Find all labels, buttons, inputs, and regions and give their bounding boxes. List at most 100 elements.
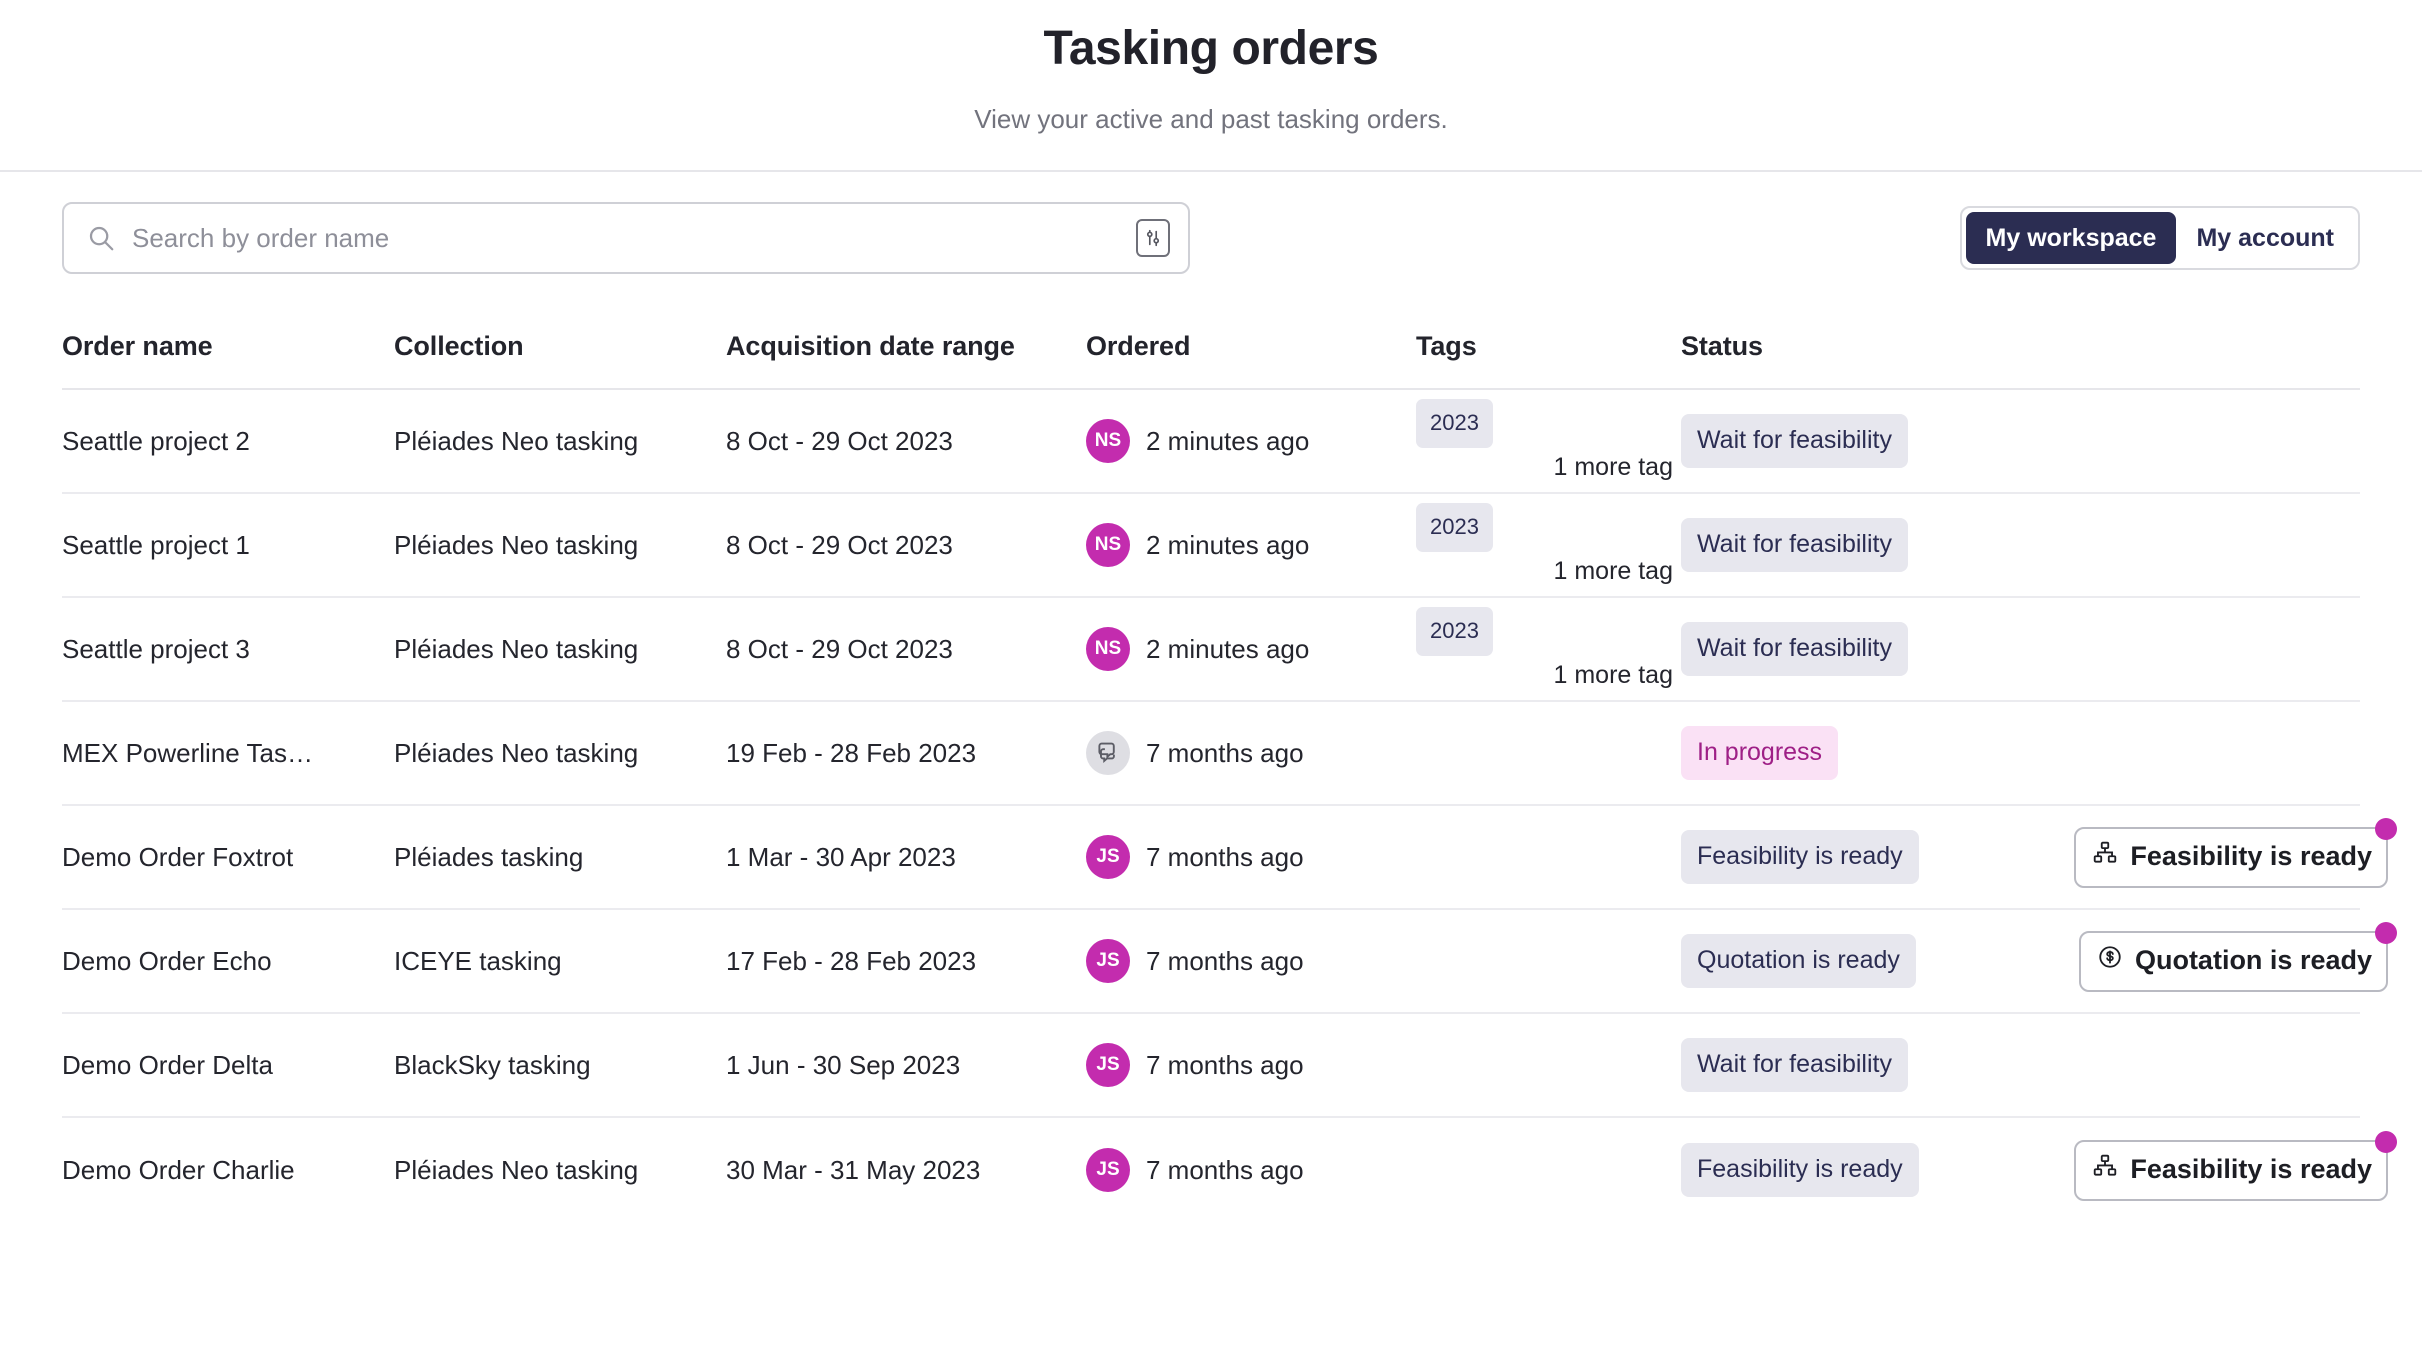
cell-acquisition-date-range: 17 Feb - 28 Feb 2023 <box>726 946 977 976</box>
more-tags-label[interactable]: 1 more tag <box>1553 658 1681 692</box>
ordered-time: 7 months ago <box>1146 1155 1304 1185</box>
cell-collection: Pléiades Neo tasking <box>394 426 639 456</box>
cell-status: Wait for feasibility <box>1681 1038 2016 1092</box>
segment-my-workspace[interactable]: My workspace <box>1965 212 2177 264</box>
table-row[interactable]: Demo Order Echo ICEYE tasking 17 Feb - 28 … <box>62 910 2397 1014</box>
column-header-ordered: Ordered <box>1086 330 1191 361</box>
notification-dot <box>2375 921 2397 944</box>
cell-ordered: JS 7 months ago <box>1086 939 1416 983</box>
cell-action: Feasibility is ready <box>2016 817 2397 888</box>
cell-ordered: JS 7 months ago <box>1086 1043 1416 1087</box>
status-badge: Wait for feasibility <box>1681 622 1908 676</box>
sitemap-icon <box>2092 840 2118 873</box>
column-header-status: Status <box>1681 330 1763 361</box>
avatar: NS <box>1086 523 1130 567</box>
ordered-time: 7 months ago <box>1146 1050 1304 1080</box>
row-action-button[interactable]: Quotation is ready <box>2078 921 2397 992</box>
cell-collection: ICEYE tasking <box>394 946 562 976</box>
status-badge: Quotation is ready <box>1681 934 1916 988</box>
avatar: JS <box>1086 1148 1130 1192</box>
table-row[interactable]: Seattle project 1 Pléiades Neo tasking 8 O… <box>62 494 2360 598</box>
cell-status: In progress <box>1681 726 2016 780</box>
sitemap-icon <box>2092 1153 2118 1186</box>
cell-ordered: 7 months ago <box>1086 731 1416 775</box>
search-icon <box>86 223 116 253</box>
cell-ordered: NS 2 minutes ago <box>1086 627 1416 671</box>
cell-acquisition-date-range: 1 Mar - 30 Apr 2023 <box>726 842 956 872</box>
cell-collection: Pléiades tasking <box>394 842 584 872</box>
cell-order-name: Demo Order Charlie <box>62 1155 295 1185</box>
cell-action: Feasibility is ready <box>2016 1130 2397 1201</box>
cell-order-name: Demo Order Delta <box>62 1050 273 1080</box>
cell-ordered: JS 7 months ago <box>1086 835 1416 879</box>
row-action-label: Feasibility is ready <box>2130 1153 2372 1184</box>
cell-order-name: Demo Order Echo <box>62 946 272 976</box>
table-row[interactable]: MEX Powerline Tas… Pléiades Neo tasking 19… <box>62 702 2360 806</box>
notification-dot <box>2375 817 2397 840</box>
status-badge: Wait for feasibility <box>1681 1038 1908 1092</box>
avatar-chat-icon <box>1086 731 1130 775</box>
ordered-time: 7 months ago <box>1146 842 1304 872</box>
cell-tags: 2023 1 more tag <box>1416 398 1681 484</box>
coin-dollar-icon <box>2097 944 2123 977</box>
search-input[interactable] <box>132 222 1136 254</box>
more-tags-label[interactable]: 1 more tag <box>1553 554 1681 588</box>
avatar: NS <box>1086 627 1130 671</box>
ordered-time: 7 months ago <box>1146 946 1304 976</box>
row-action-label: Feasibility is ready <box>2130 840 2372 871</box>
cell-collection: Pléiades Neo tasking <box>394 530 639 560</box>
search-bar[interactable] <box>62 202 1190 274</box>
row-action-button[interactable]: Feasibility is ready <box>2074 817 2397 888</box>
cell-ordered: NS 2 minutes ago <box>1086 419 1416 463</box>
column-header-tags: Tags <box>1416 330 1477 361</box>
avatar: JS <box>1086 1043 1130 1087</box>
tag-chip[interactable]: 2023 <box>1416 502 1493 552</box>
toolbar: My workspace My account <box>0 172 2422 304</box>
column-header-order-name: Order name <box>62 330 213 361</box>
cell-order-name: Demo Order Foxtrot <box>62 842 294 872</box>
cell-collection: BlackSky tasking <box>394 1050 591 1080</box>
table-row[interactable]: Demo Order Delta BlackSky tasking 1 Jun - … <box>62 1014 2360 1118</box>
cell-status: Feasibility is ready <box>1681 830 2016 884</box>
cell-status: Quotation is ready <box>1681 934 2016 988</box>
table-row[interactable]: Seattle project 3 Pléiades Neo tasking 8 O… <box>62 598 2360 702</box>
row-action-button[interactable]: Feasibility is ready <box>2074 1130 2397 1201</box>
orders-table: Order name Collection Acquisition date r… <box>0 304 2422 1222</box>
tag-chip[interactable]: 2023 <box>1416 606 1493 656</box>
cell-status: Wait for feasibility <box>1681 414 2016 468</box>
ordered-time: 2 minutes ago <box>1146 530 1310 560</box>
avatar: NS <box>1086 419 1130 463</box>
more-tags-label[interactable]: 1 more tag <box>1553 450 1681 484</box>
page-header: Tasking orders View your active and past… <box>0 0 2422 172</box>
table-body: Seattle project 2 Pléiades Neo tasking 8 O… <box>62 390 2397 1222</box>
status-badge: Wait for feasibility <box>1681 414 1908 468</box>
status-badge: Feasibility is ready <box>1681 1143 1919 1197</box>
ordered-time: 2 minutes ago <box>1146 426 1310 456</box>
table-row[interactable]: Demo Order Charlie Pléiades Neo tasking 30… <box>62 1118 2397 1222</box>
cell-collection: Pléiades Neo tasking <box>394 1155 639 1185</box>
tag-chip[interactable]: 2023 <box>1416 398 1493 448</box>
page-subtitle: View your active and past tasking orders… <box>974 104 1448 134</box>
cell-acquisition-date-range: 8 Oct - 29 Oct 2023 <box>726 634 953 664</box>
cell-acquisition-date-range: 19 Feb - 28 Feb 2023 <box>726 738 977 768</box>
cell-acquisition-date-range: 8 Oct - 29 Oct 2023 <box>726 530 953 560</box>
cell-status: Feasibility is ready <box>1681 1143 2016 1197</box>
table-row[interactable]: Demo Order Foxtrot Pléiades tasking 1 Mar … <box>62 806 2397 910</box>
cell-tags: 2023 1 more tag <box>1416 502 1681 588</box>
cell-ordered: JS 7 months ago <box>1086 1148 1416 1192</box>
sliders-filter-icon[interactable] <box>1136 219 1170 257</box>
column-header-collection: Collection <box>394 330 524 361</box>
avatar: JS <box>1086 835 1130 879</box>
segment-my-account[interactable]: My account <box>2176 212 2354 264</box>
cell-ordered: NS 2 minutes ago <box>1086 523 1416 567</box>
status-badge: Wait for feasibility <box>1681 518 1908 572</box>
ordered-time: 7 months ago <box>1146 738 1304 768</box>
table-row[interactable]: Seattle project 2 Pléiades Neo tasking 8 O… <box>62 390 2360 494</box>
status-badge: Feasibility is ready <box>1681 830 1919 884</box>
cell-acquisition-date-range: 8 Oct - 29 Oct 2023 <box>726 426 953 456</box>
cell-acquisition-date-range: 1 Jun - 30 Sep 2023 <box>726 1050 961 1080</box>
cell-action: Quotation is ready <box>2016 921 2397 992</box>
cell-order-name: Seattle project 2 <box>62 426 250 456</box>
cell-tags: 2023 1 more tag <box>1416 606 1681 692</box>
ordered-time: 2 minutes ago <box>1146 634 1310 664</box>
